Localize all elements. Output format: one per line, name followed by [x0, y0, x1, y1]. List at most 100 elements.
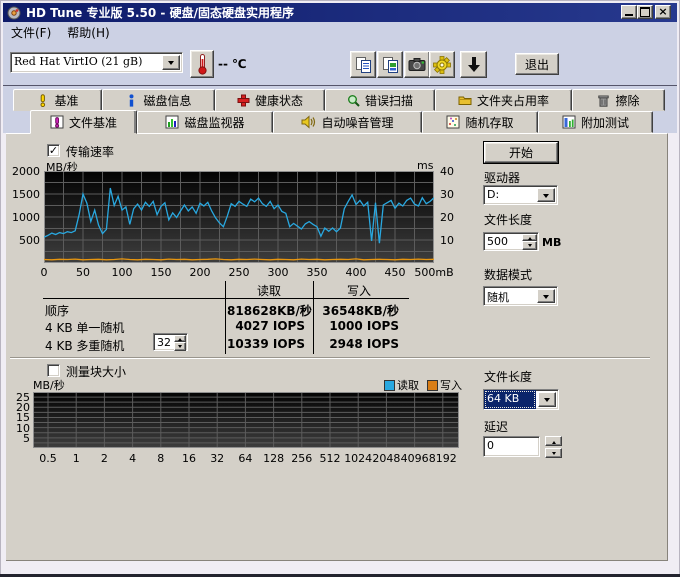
temperature-button[interactable]: [190, 50, 214, 78]
speaker-icon: [301, 115, 316, 129]
row-sequential-label: 顺序: [45, 302, 69, 319]
arrow-up-icon: [178, 336, 182, 341]
tab-extra-tests[interactable]: 附加测试: [538, 111, 653, 133]
delay-spin-down-button[interactable]: [545, 448, 562, 458]
menu-help[interactable]: 帮助(H): [59, 22, 117, 43]
options-button[interactable]: [429, 51, 455, 78]
table-header-divider: [43, 298, 409, 299]
file-length2-dropdown-button[interactable]: [538, 392, 556, 407]
spin-up-button[interactable]: [174, 335, 186, 342]
drive-select-value: Red Hat VirtIO (21 gB): [11, 53, 160, 72]
health-cross-icon: [237, 94, 250, 107]
tab-label: 基准: [54, 92, 78, 109]
data-pattern-label: 数据模式: [484, 266, 532, 283]
drive-select-drop-button[interactable]: [162, 55, 180, 70]
tab-folder-usage[interactable]: 文件夹占用率: [435, 89, 572, 111]
file-length2-value: 64 KB: [484, 390, 536, 409]
arrow-up-icon: [552, 439, 556, 444]
spin-down-button[interactable]: [174, 342, 186, 351]
row-sequential-write: 36548KB/秒: [315, 302, 399, 319]
tab-health[interactable]: 健康状态: [215, 89, 325, 111]
row-4k-multi-write: 2948 IOPS: [315, 337, 399, 351]
exit-button[interactable]: 退出: [515, 53, 559, 75]
section-separator: [10, 357, 650, 359]
tab-label: 擦除: [615, 92, 639, 109]
chevron-down-icon: [543, 194, 549, 201]
file-length-value: 500: [484, 233, 521, 250]
delay-input[interactable]: 0: [483, 436, 540, 457]
tab-label: 健康状态: [255, 92, 303, 109]
data-pattern-value: 随机: [484, 287, 535, 305]
menu-file[interactable]: 文件(F): [3, 22, 59, 43]
table-column-divider: [313, 281, 314, 354]
down-arrow-icon: [466, 56, 482, 74]
tab-file-benchmark[interactable]: 文件基准: [30, 110, 137, 134]
delay-value: 0: [484, 437, 539, 456]
tab-label: 文件夹占用率: [477, 92, 549, 109]
maximize-button[interactable]: [637, 5, 653, 19]
read-column-header: 读取: [227, 282, 311, 299]
queue-depth-spin-buttons: [174, 335, 186, 349]
transfer-rate-chart: [44, 171, 434, 263]
tab-disk-info[interactable]: 磁盘信息: [102, 89, 215, 111]
legend-write-item: 写入: [427, 377, 462, 393]
extra-tests-icon: [562, 115, 576, 129]
close-button[interactable]: ×: [655, 5, 671, 19]
screenshot-button[interactable]: [404, 51, 430, 78]
tab-label: 文件基准: [69, 114, 117, 131]
tab-disk-monitor[interactable]: 磁盘监视器: [137, 111, 273, 133]
temperature-value: --: [218, 57, 228, 71]
arrow-down-icon: [528, 244, 532, 249]
chevron-down-icon: [168, 61, 174, 68]
disk-monitor-icon: [165, 115, 179, 129]
data-pattern-dropdown-button[interactable]: [537, 289, 555, 303]
spin-up-button[interactable]: [522, 234, 537, 241]
start-button-frame: 开始: [483, 141, 559, 164]
tab-erase[interactable]: 擦除: [572, 89, 665, 111]
queue-depth-value: 32: [154, 334, 173, 350]
table-column-divider: [225, 281, 226, 354]
copy-image-button[interactable]: [377, 51, 403, 78]
minimize-button[interactable]: [621, 5, 637, 19]
benchmark-icon: [36, 94, 49, 107]
legend-write-swatch: [427, 380, 438, 391]
drive-dropdown[interactable]: D:: [483, 185, 558, 205]
tab-random-access[interactable]: 随机存取: [422, 111, 538, 133]
delay-spin-up-button[interactable]: [545, 436, 562, 446]
copy-image-icon: [382, 56, 399, 74]
file-length-spinner[interactable]: 500: [483, 232, 539, 251]
file-length-label: 文件长度: [484, 211, 532, 228]
file-length-spin-buttons: [522, 234, 537, 249]
tab-benchmark[interactable]: 基准: [13, 89, 102, 111]
block-size-checkbox[interactable]: [47, 364, 60, 377]
tab-label: 磁盘信息: [143, 92, 191, 109]
tab-label: 附加测试: [581, 114, 629, 131]
tab-aam[interactable]: 自动噪音管理: [273, 111, 422, 133]
results-table: 读取 写入 顺序 818628KB/秒 36548KB/秒 4 KB 单一随机 …: [43, 281, 409, 354]
copy-text-button[interactable]: [350, 51, 376, 78]
data-pattern-dropdown[interactable]: 随机: [483, 286, 558, 306]
close-icon: ×: [658, 7, 667, 17]
drive-select[interactable]: Red Hat VirtIO (21 gB): [10, 52, 183, 73]
tab-label: 错误扫描: [365, 92, 413, 109]
write-column-header: 写入: [315, 282, 403, 299]
window-title: HD Tune 专业版 5.50 - 硬盘/固态硬盘实用程序: [26, 4, 294, 21]
start-button[interactable]: 开始: [484, 142, 558, 163]
spin-down-button[interactable]: [522, 241, 537, 250]
queue-depth-spinner[interactable]: 32: [153, 333, 188, 351]
folder-icon: [458, 94, 472, 106]
app-icon: [7, 6, 21, 20]
file-length2-dropdown[interactable]: 64 KB: [483, 389, 559, 410]
drive-label: 驱动器: [484, 169, 520, 186]
save-results-button[interactable]: [460, 51, 487, 78]
row-sequential-read: 818628KB/秒: [227, 302, 305, 319]
row-4k-single-write: 1000 IOPS: [315, 319, 399, 333]
drive-dropdown-button[interactable]: [537, 188, 555, 202]
transfer-rate-label: 传输速率: [66, 143, 114, 160]
chevron-down-icon: [543, 295, 549, 302]
transfer-rate-checkbox[interactable]: ✓: [47, 144, 60, 157]
tab-error-scan[interactable]: 错误扫描: [325, 89, 435, 111]
arrow-down-icon: [552, 452, 556, 457]
arrow-up-icon: [528, 235, 532, 240]
legend-read-swatch: [384, 380, 395, 391]
